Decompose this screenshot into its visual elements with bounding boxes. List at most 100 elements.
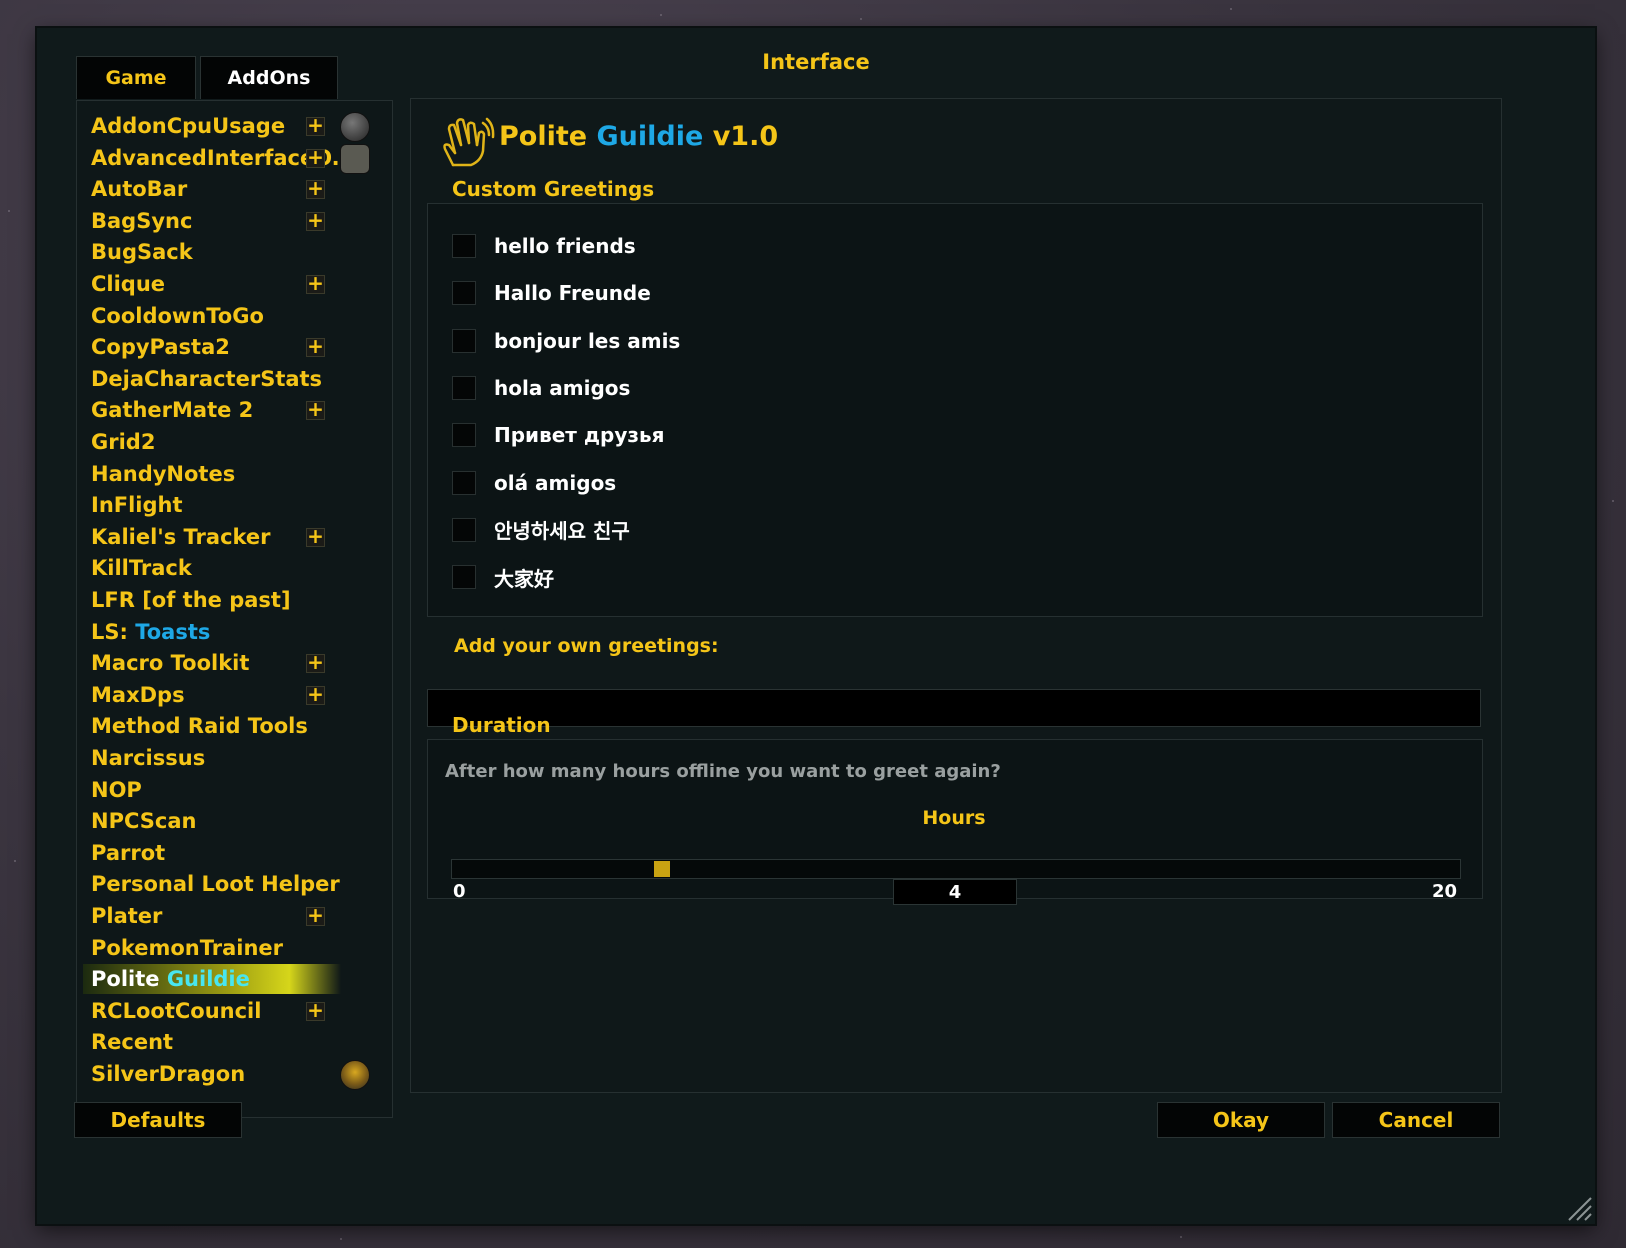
addon-item[interactable]: PokemonTrainer	[91, 933, 381, 963]
greeting-option[interactable]: Hallo Freunde	[452, 278, 651, 308]
addon-item-label: Narcissus	[91, 746, 206, 770]
greeting-checkbox[interactable]	[452, 328, 476, 353]
expand-plus-icon[interactable]: +	[306, 652, 325, 674]
expand-plus-icon[interactable]: +	[306, 147, 325, 168]
settings-icon	[340, 112, 370, 142]
greeting-label: Hallo Freunde	[494, 281, 651, 306]
addon-item[interactable]: GatherMate 2	[91, 395, 381, 425]
addon-item-label: Polite	[91, 967, 160, 992]
addon-item[interactable]: MaxDps	[91, 680, 381, 710]
greeting-checkbox[interactable]	[452, 234, 476, 258]
hours-value-box[interactable]: 4	[893, 879, 1017, 905]
addon-item[interactable]: AddonCpuUsage	[91, 111, 381, 141]
add-greetings-input[interactable]	[427, 689, 1481, 727]
greeting-label: 안녕하세요 친구	[494, 519, 630, 544]
addon-item[interactable]: RCLootCouncil	[91, 996, 381, 1026]
addon-item[interactable]: DejaCharacterStats	[91, 364, 381, 394]
expand-plus-icon[interactable]: +	[306, 399, 325, 421]
greeting-label: 大家好	[494, 566, 554, 591]
addon-item-label: Kaliel's Tracker	[91, 524, 271, 549]
addon-item[interactable]: NOP	[91, 775, 381, 805]
addon-item[interactable]: BugSack	[91, 237, 381, 267]
greeting-checkbox[interactable]	[452, 281, 476, 306]
addon-item-label: SilverDragon	[91, 1062, 246, 1086]
addon-item-label: AutoBar	[91, 177, 188, 202]
hours-slider[interactable]	[451, 859, 1461, 879]
addon-version: v1.0	[712, 121, 779, 152]
greeting-option[interactable]: Привет друзья	[452, 420, 664, 450]
expand-plus-icon[interactable]: +	[306, 336, 325, 358]
addon-item[interactable]: LS: Toasts	[91, 617, 381, 647]
star	[340, 1238, 342, 1240]
addon-item[interactable]: Polite Guildie	[83, 964, 341, 995]
star	[14, 860, 16, 862]
greeting-checkbox[interactable]	[452, 375, 476, 400]
expand-plus-icon[interactable]: +	[306, 210, 325, 231]
addon-item[interactable]: AdvancedInterfaceO...	[91, 143, 381, 173]
cancel-button[interactable]: Cancel	[1332, 1102, 1500, 1138]
addon-item[interactable]: HandyNotes	[91, 459, 381, 489]
addon-item[interactable]: Plater	[91, 901, 381, 931]
addon-item-label: Method Raid Tools	[91, 714, 308, 739]
addon-item-label: Macro Toolkit	[91, 651, 250, 676]
tab-addons[interactable]: AddOns	[200, 56, 338, 99]
greeting-checkbox[interactable]	[452, 565, 476, 590]
greeting-checkbox[interactable]	[452, 470, 476, 495]
addon-item[interactable]: KillTrack	[91, 553, 381, 583]
addon-item[interactable]: Parrot	[91, 838, 381, 868]
addon-item[interactable]: Macro Toolkit	[91, 648, 381, 678]
addon-item-label: LFR [of the past]	[91, 588, 291, 612]
expand-plus-icon[interactable]: +	[306, 684, 325, 705]
greeting-option[interactable]: bonjour les amis	[452, 326, 680, 356]
expand-plus-icon[interactable]: +	[306, 1000, 325, 1021]
addon-item-label: BugSack	[91, 240, 193, 265]
greeting-label: Привет друзья	[494, 423, 665, 448]
addon-item-label: DejaCharacterStats	[91, 366, 323, 391]
expand-plus-icon[interactable]: +	[306, 115, 325, 136]
addon-item[interactable]: CooldownToGo	[91, 301, 381, 331]
greeting-option[interactable]: 안녕하세요 친구	[452, 515, 630, 545]
greeting-option[interactable]: hello friends	[452, 231, 636, 261]
addon-item[interactable]: CopyPasta2	[91, 332, 381, 362]
addon-item[interactable]: SilverDragon	[91, 1059, 381, 1089]
slider-max-label: 20	[1431, 881, 1457, 902]
addon-item[interactable]: Method Raid Tools	[91, 711, 381, 741]
addon-item[interactable]: NPCScan	[91, 806, 381, 836]
expand-plus-icon[interactable]: +	[306, 273, 325, 294]
greeting-option[interactable]: olá amigos	[452, 468, 616, 498]
addon-item[interactable]: AutoBar	[91, 174, 381, 204]
addon-item-label: Grid2	[91, 430, 156, 454]
addon-item[interactable]: Kaliel's Tracker	[91, 522, 381, 552]
addon-item[interactable]: Grid2	[91, 427, 381, 457]
greeting-option[interactable]: hola amigos	[452, 373, 630, 403]
waving-hand-icon	[443, 117, 495, 167]
addon-item[interactable]: Clique	[91, 269, 381, 299]
addon-item-label: Clique	[91, 272, 166, 296]
defaults-button[interactable]: Defaults	[74, 1102, 242, 1138]
expand-plus-icon[interactable]: +	[306, 178, 325, 200]
slider-thumb[interactable]	[653, 861, 670, 877]
expand-plus-icon[interactable]: +	[306, 526, 325, 547]
custom-greetings-heading: Custom Greetings	[452, 177, 655, 201]
addon-item[interactable]: Recent	[91, 1027, 381, 1057]
addon-options-panel: Polite Guildie v1.0 Custom Greetings hel…	[410, 98, 1502, 1093]
tab-game[interactable]: Game	[76, 56, 196, 99]
greeting-label: hello friends	[494, 234, 636, 258]
expand-plus-icon[interactable]: +	[306, 905, 325, 926]
addon-item[interactable]: BagSync	[91, 206, 381, 236]
resize-grip-icon[interactable]	[1565, 1194, 1593, 1222]
greeting-option[interactable]: 大家好	[452, 562, 554, 592]
addon-list[interactable]: AddonCpuUsage + AdvancedInterfaceO... + Auto…	[76, 100, 393, 1118]
okay-button[interactable]: Okay	[1157, 1102, 1325, 1138]
addon-item[interactable]: LFR [of the past]	[91, 585, 381, 615]
greeting-checkbox[interactable]	[452, 423, 476, 448]
star	[8, 210, 10, 212]
addon-item-label-highlight: Guildie	[166, 967, 250, 992]
addon-item-label: MaxDps	[91, 682, 185, 707]
addon-item[interactable]: Narcissus	[91, 743, 381, 773]
addon-item-label: CooldownToGo	[91, 303, 264, 328]
addon-item[interactable]: InFlight	[91, 490, 381, 520]
addon-item-label: BagSync	[91, 208, 193, 233]
addon-item[interactable]: Personal Loot Helper	[91, 869, 381, 899]
greeting-checkbox[interactable]	[452, 517, 476, 542]
